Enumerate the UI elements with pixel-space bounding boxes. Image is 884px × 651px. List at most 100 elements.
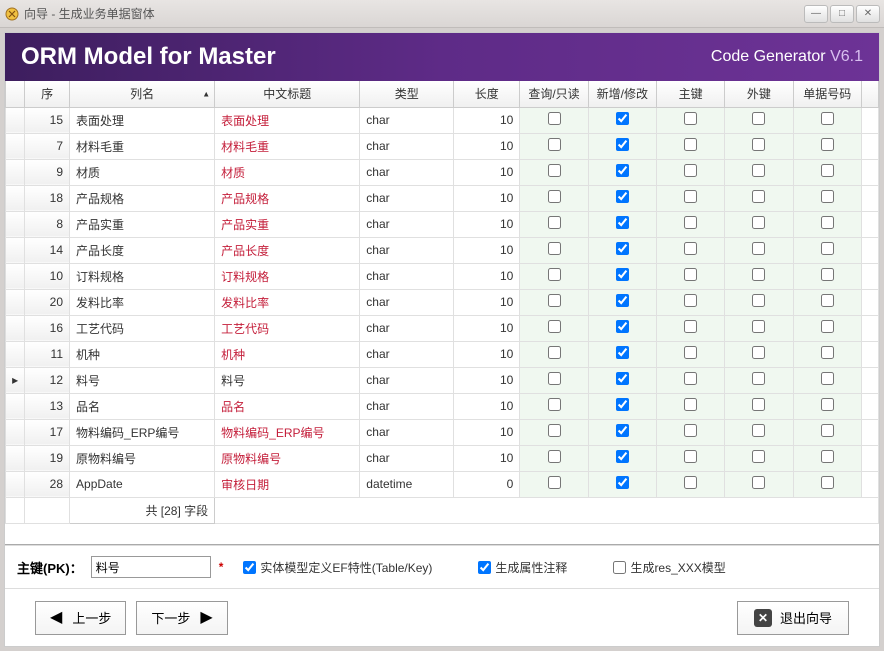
cell-name[interactable]: 物料编码_ERP编号 xyxy=(70,419,215,445)
header-fk[interactable]: 外键 xyxy=(725,81,793,107)
header-query[interactable]: 查询/只读 xyxy=(520,81,588,107)
edit-checkbox[interactable] xyxy=(616,294,629,307)
pk-checkbox[interactable] xyxy=(684,216,697,229)
edit-checkbox[interactable] xyxy=(616,398,629,411)
pk-checkbox[interactable] xyxy=(684,112,697,125)
edit-checkbox[interactable] xyxy=(616,320,629,333)
table-row[interactable]: 8产品实重产品实重char10 xyxy=(6,211,879,237)
cell-name[interactable]: 原物料编号 xyxy=(70,445,215,471)
table-row[interactable]: 20发料比率发料比率char10 xyxy=(6,289,879,315)
edit-checkbox[interactable] xyxy=(616,450,629,463)
cell-name[interactable]: 产品规格 xyxy=(70,185,215,211)
cell-caption[interactable]: 材质 xyxy=(215,159,360,185)
query-checkbox[interactable] xyxy=(548,294,561,307)
docno-checkbox[interactable] xyxy=(821,216,834,229)
maximize-button[interactable]: □ xyxy=(830,5,854,23)
query-checkbox[interactable] xyxy=(548,372,561,385)
docno-checkbox[interactable] xyxy=(821,476,834,489)
pk-checkbox[interactable] xyxy=(684,190,697,203)
table-row[interactable]: 10订料规格订料规格char10 xyxy=(6,263,879,289)
docno-checkbox[interactable] xyxy=(821,424,834,437)
res-checkbox[interactable] xyxy=(613,561,626,574)
header-pk[interactable]: 主键 xyxy=(656,81,724,107)
table-row[interactable]: 19原物料编号原物料编号char10 xyxy=(6,445,879,471)
docno-checkbox[interactable] xyxy=(821,138,834,151)
table-row[interactable]: 14产品长度产品长度char10 xyxy=(6,237,879,263)
next-button[interactable]: 下一步 ▶ xyxy=(136,601,227,635)
query-checkbox[interactable] xyxy=(548,112,561,125)
docno-checkbox[interactable] xyxy=(821,320,834,333)
header-type[interactable]: 类型 xyxy=(360,81,454,107)
cell-name[interactable]: 订料规格 xyxy=(70,263,215,289)
edit-checkbox[interactable] xyxy=(616,242,629,255)
pk-checkbox[interactable] xyxy=(684,138,697,151)
minimize-button[interactable]: — xyxy=(804,5,828,23)
query-checkbox[interactable] xyxy=(548,450,561,463)
table-row[interactable]: 28AppDate审核日期datetime0 xyxy=(6,471,879,497)
ef-checkbox-label[interactable]: 实体模型定义EF特性(Table/Key) xyxy=(243,559,432,576)
pk-checkbox[interactable] xyxy=(684,320,697,333)
fk-checkbox[interactable] xyxy=(752,242,765,255)
header-edit[interactable]: 新增/修改 xyxy=(588,81,656,107)
docno-checkbox[interactable] xyxy=(821,372,834,385)
header-caption[interactable]: 中文标题 xyxy=(215,81,360,107)
cell-name[interactable]: 发料比率 xyxy=(70,289,215,315)
header-docno[interactable]: 单据号码 xyxy=(793,81,861,107)
edit-checkbox[interactable] xyxy=(616,190,629,203)
fk-checkbox[interactable] xyxy=(752,216,765,229)
query-checkbox[interactable] xyxy=(548,346,561,359)
edit-checkbox[interactable] xyxy=(616,112,629,125)
cell-caption[interactable]: 产品长度 xyxy=(215,237,360,263)
close-button[interactable]: ✕ xyxy=(856,5,880,23)
docno-checkbox[interactable] xyxy=(821,398,834,411)
fk-checkbox[interactable] xyxy=(752,112,765,125)
pk-input[interactable] xyxy=(91,556,211,578)
fk-checkbox[interactable] xyxy=(752,190,765,203)
cell-name[interactable]: 产品长度 xyxy=(70,237,215,263)
fk-checkbox[interactable] xyxy=(752,138,765,151)
cell-name[interactable]: AppDate xyxy=(70,471,215,497)
pk-checkbox[interactable] xyxy=(684,242,697,255)
cell-name[interactable]: 品名 xyxy=(70,393,215,419)
cell-caption[interactable]: 料号 xyxy=(215,367,360,393)
header-name[interactable]: 列名▲ xyxy=(70,81,215,107)
cell-caption[interactable]: 物料编码_ERP编号 xyxy=(215,419,360,445)
table-row[interactable]: 7材料毛重材料毛重char10 xyxy=(6,133,879,159)
cell-caption[interactable]: 审核日期 xyxy=(215,471,360,497)
query-checkbox[interactable] xyxy=(548,216,561,229)
exit-button[interactable]: ✕ 退出向导 xyxy=(737,601,849,635)
docno-checkbox[interactable] xyxy=(821,242,834,255)
edit-checkbox[interactable] xyxy=(616,346,629,359)
pk-checkbox[interactable] xyxy=(684,294,697,307)
table-row[interactable]: 18产品规格产品规格char10 xyxy=(6,185,879,211)
edit-checkbox[interactable] xyxy=(616,372,629,385)
pk-checkbox[interactable] xyxy=(684,424,697,437)
fk-checkbox[interactable] xyxy=(752,320,765,333)
comment-checkbox-label[interactable]: 生成属性注释 xyxy=(478,559,567,576)
header-len[interactable]: 长度 xyxy=(454,81,520,107)
pk-checkbox[interactable] xyxy=(684,346,697,359)
comment-checkbox[interactable] xyxy=(478,561,491,574)
query-checkbox[interactable] xyxy=(548,320,561,333)
edit-checkbox[interactable] xyxy=(616,268,629,281)
table-row[interactable]: 16工艺代码工艺代码char10 xyxy=(6,315,879,341)
fk-checkbox[interactable] xyxy=(752,164,765,177)
table-row[interactable]: 13品名品名char10 xyxy=(6,393,879,419)
table-row[interactable]: 9材质材质char10 xyxy=(6,159,879,185)
header-indicator[interactable] xyxy=(6,81,25,107)
cell-caption[interactable]: 机种 xyxy=(215,341,360,367)
cell-caption[interactable]: 原物料编号 xyxy=(215,445,360,471)
cell-caption[interactable]: 发料比率 xyxy=(215,289,360,315)
fk-checkbox[interactable] xyxy=(752,346,765,359)
docno-checkbox[interactable] xyxy=(821,450,834,463)
query-checkbox[interactable] xyxy=(548,164,561,177)
pk-checkbox[interactable] xyxy=(684,450,697,463)
cell-caption[interactable]: 品名 xyxy=(215,393,360,419)
query-checkbox[interactable] xyxy=(548,398,561,411)
query-checkbox[interactable] xyxy=(548,190,561,203)
query-checkbox[interactable] xyxy=(548,138,561,151)
fk-checkbox[interactable] xyxy=(752,450,765,463)
fk-checkbox[interactable] xyxy=(752,268,765,281)
cell-caption[interactable]: 工艺代码 xyxy=(215,315,360,341)
cell-name[interactable]: 材料毛重 xyxy=(70,133,215,159)
